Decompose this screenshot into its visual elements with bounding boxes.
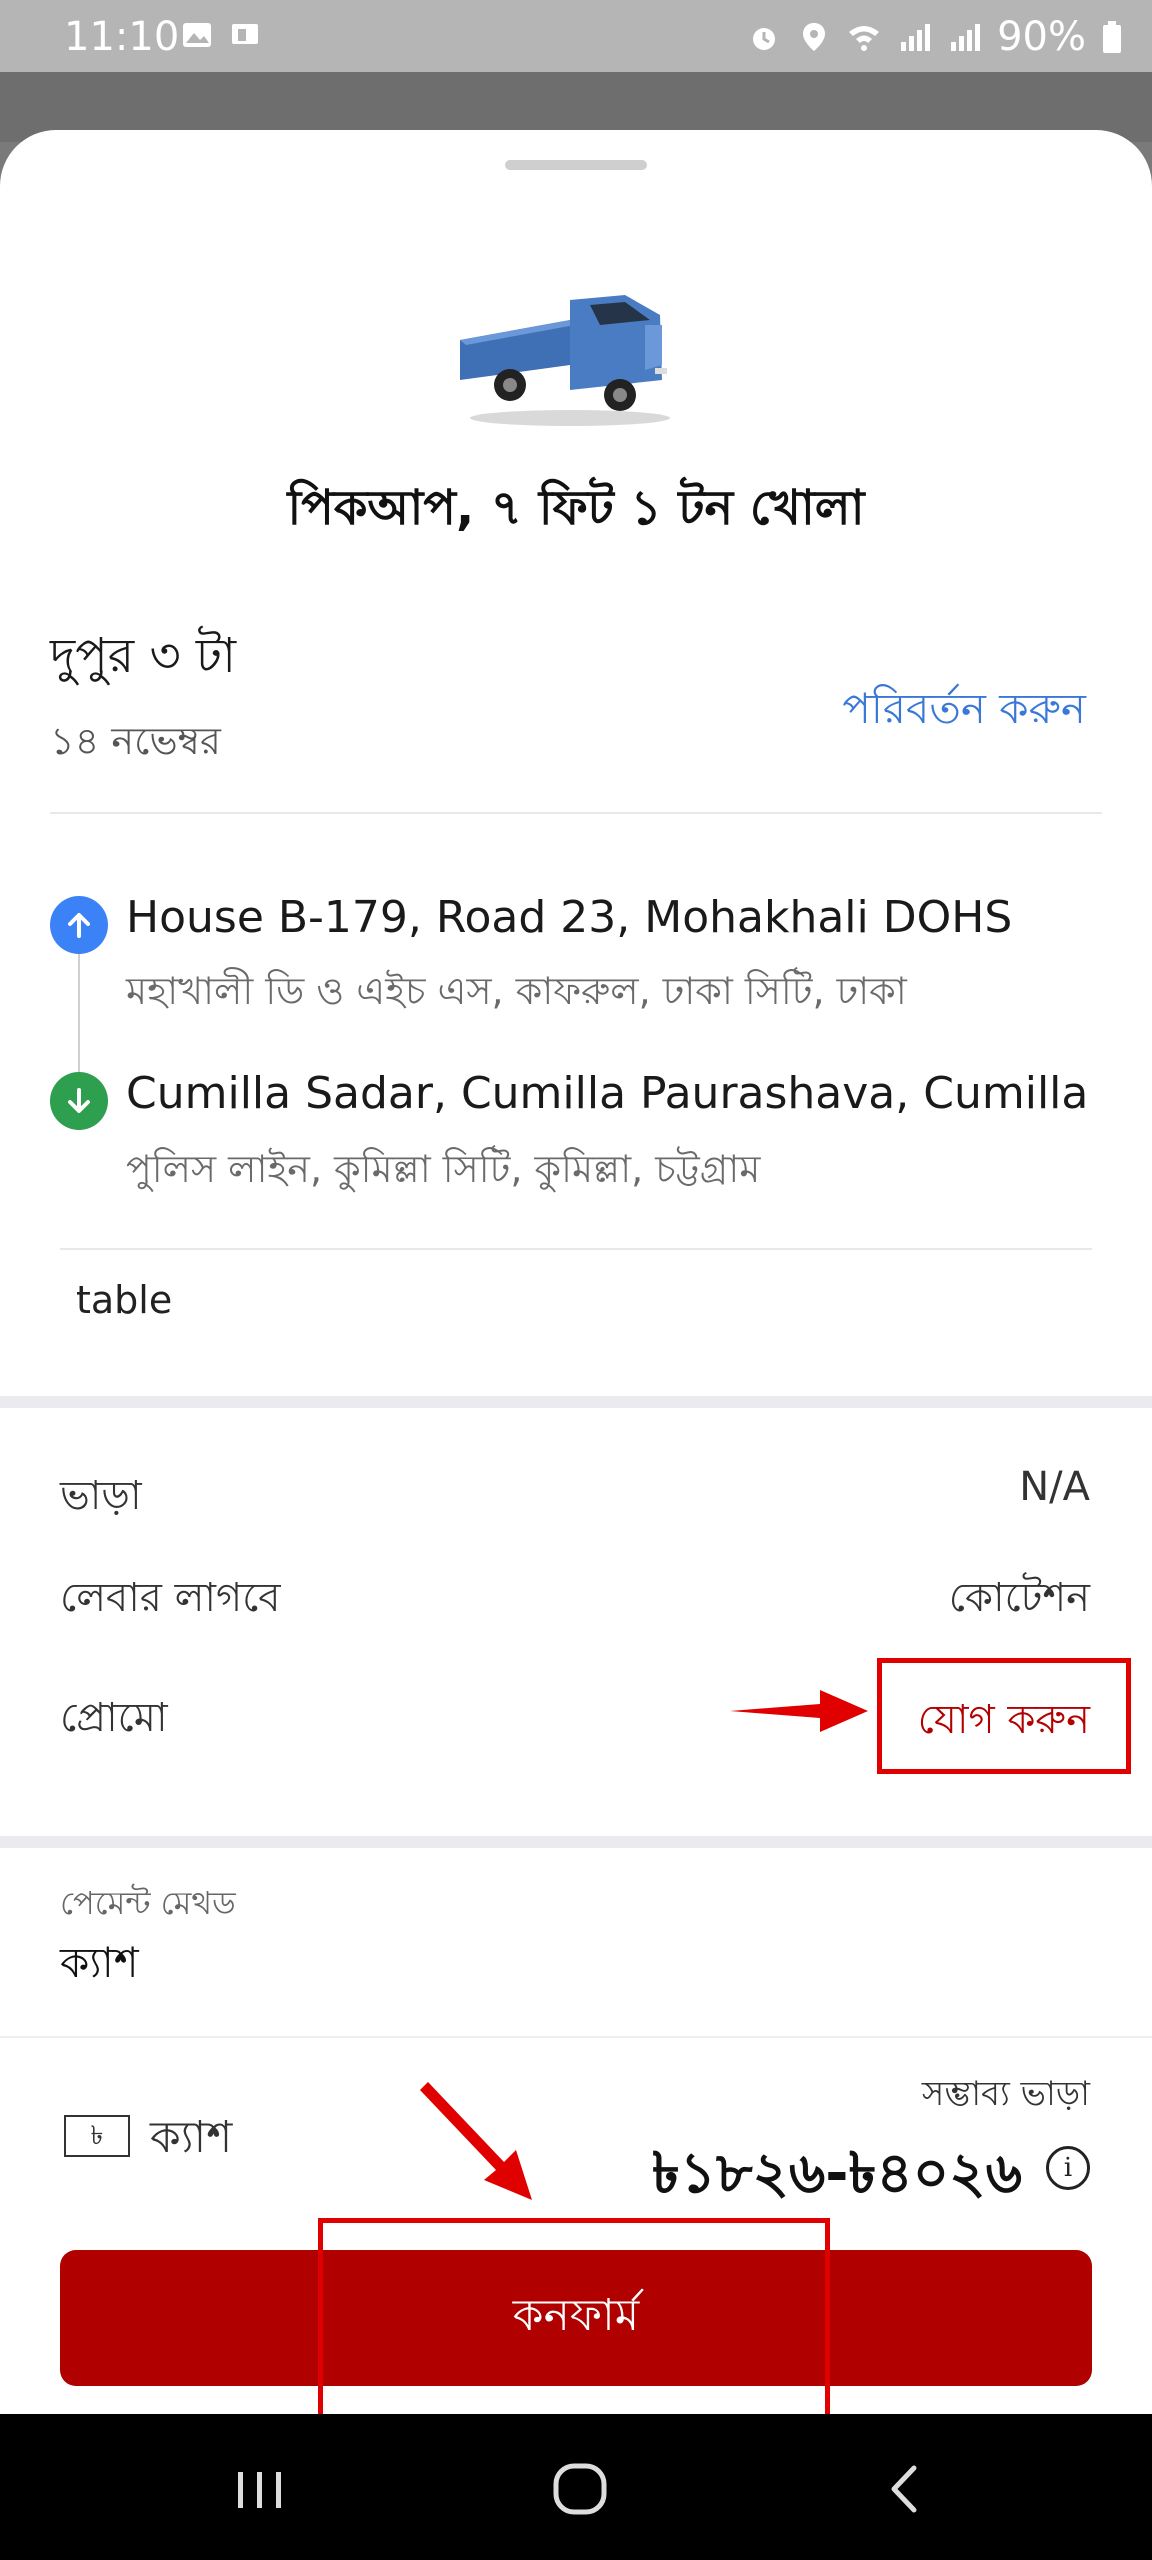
section-divider	[0, 1396, 1152, 1408]
pickup-address: House B-179, Road 23, Mohakhali DOHS	[126, 892, 1013, 943]
divider	[60, 1248, 1092, 1250]
recent-apps-icon[interactable]	[220, 2454, 300, 2524]
navigation-bar	[0, 2414, 1152, 2560]
vehicle-title: পিকআপ, ৭ ফিট ১ টন খোলা	[287, 480, 865, 536]
dropoff-address-detail: পুলিস লাইন, কুমিল্লা সিটি, কুমিল্লা, চট্…	[126, 1147, 761, 1191]
cash-label[interactable]: ক্যাশ	[150, 2104, 232, 2177]
wifi-icon	[849, 26, 880, 51]
annotation-highlight-box	[877, 1658, 1131, 1774]
labour-label: লেবার লাগবে	[60, 1575, 281, 1621]
signal-icon-2	[951, 24, 981, 51]
divider	[50, 812, 1102, 814]
location-icon	[803, 23, 826, 51]
goods-note: table	[76, 1278, 173, 1322]
drag-handle[interactable]	[505, 160, 647, 170]
fare-value: N/A	[1019, 1464, 1090, 1510]
alarm-icon	[753, 28, 776, 50]
gallery-icon	[183, 23, 211, 47]
payment-method-value[interactable]: ক্যাশ	[60, 1930, 139, 2001]
screen: 11:10 90% পিকআপ, ৭ ফিট ১ টন খোলা দুপুর ৩…	[0, 0, 1152, 2560]
back-icon[interactable]	[866, 2454, 946, 2524]
pickup-time: দুপুর ৩ টা	[50, 628, 237, 684]
cast-icon	[232, 24, 258, 44]
estimate-value: ৳১৮২৬-৳৪০২৬	[651, 2141, 1022, 2206]
labour-value[interactable]: কোটেশন	[949, 1566, 1090, 1633]
info-icon[interactable]: i	[1046, 2146, 1090, 2190]
status-bar: 11:10 90%	[0, 0, 1152, 72]
battery-percent: 90%	[997, 14, 1086, 60]
pickup-date: ১৪ নভেম্বর	[50, 719, 221, 763]
arrow-up-icon	[68, 913, 90, 938]
estimate-caption: সম্ভাব্য ভাড়া	[921, 2074, 1090, 2114]
section-divider	[0, 1836, 1152, 1848]
arrow-down-icon	[68, 1088, 90, 1113]
change-schedule-link[interactable]: পরিবর্তন করুন	[842, 676, 1086, 747]
annotation-highlight-box	[318, 2218, 830, 2422]
annotation-arrow-icon	[420, 2082, 532, 2200]
payment-method-caption: পেমেন্ট মেথড	[60, 1884, 236, 1922]
annotation-arrow-icon	[730, 1690, 868, 1732]
system-icons: 90%	[747, 14, 1122, 60]
status-time: 11:10	[64, 14, 180, 60]
signal-icon	[901, 24, 931, 51]
battery-icon	[1103, 21, 1121, 53]
pickup-address-detail: মহাখালী ডি ও এইচ এস, কাফরুল, ঢাকা সিটি, …	[126, 969, 907, 1013]
home-icon[interactable]	[540, 2454, 620, 2524]
pickup-marker	[50, 896, 108, 954]
dropoff-marker	[50, 1072, 108, 1130]
cash-icon: ৳	[64, 2115, 130, 2157]
promo-label: প্রোমো	[60, 1695, 168, 1741]
notification-icons	[180, 18, 262, 52]
pickup-truck-icon	[460, 295, 670, 426]
fare-label: ভাড়া	[60, 1473, 142, 1519]
dropoff-address: Cumilla Sadar, Cumilla Paurashava, Cumil…	[126, 1068, 1089, 1119]
